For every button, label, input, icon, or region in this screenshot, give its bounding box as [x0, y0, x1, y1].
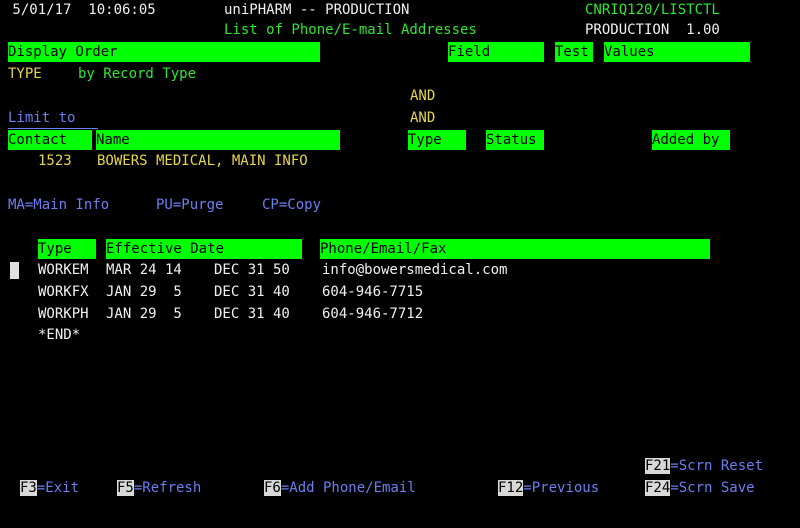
screen-title: List of Phone/E-mail Addresses [224, 22, 477, 38]
row-type: WORKEM [38, 262, 89, 278]
phone-email-fax-header: Phone/Email/Fax [320, 239, 710, 259]
row-effective-to: DEC 31 50 [214, 262, 290, 278]
list-type-header: Type [38, 239, 96, 259]
type-order-value[interactable]: by Record Type [78, 64, 196, 84]
f5-action-label: =Refresh [133, 480, 202, 496]
type-header: Type [408, 130, 466, 150]
and-operator-2: AND [410, 110, 436, 126]
screen-id: CNRIQ120/LISTCTL [585, 2, 720, 18]
and-operator-1: AND [410, 88, 436, 104]
row-effective-from: JAN 29 5 [106, 284, 182, 300]
display-order-header: Display Order [8, 42, 320, 62]
f12-action-label: =Previous [523, 480, 600, 496]
app-title: uniPHARM -- PRODUCTION [224, 2, 410, 18]
row-effective-to: DEC 31 40 [214, 306, 290, 322]
f3-exit-key[interactable]: F3=Exit [20, 478, 79, 498]
added-by-header: Added by [652, 130, 730, 150]
row-effective-from: MAR 24 14 [106, 262, 182, 278]
f6-action-label: =Add Phone/Email [280, 480, 416, 496]
type-label: TYPE [8, 66, 42, 82]
row-contact-value: info@bowersmedical.com [322, 262, 508, 278]
f3-key-label: F3 [20, 480, 37, 496]
f3-action-label: =Exit [36, 480, 80, 496]
end-of-list-marker: *END* [38, 327, 81, 343]
row-contact-value: 604-946-7715 [322, 284, 424, 300]
f21-key-label: F21 [645, 458, 671, 474]
field-header: Field [448, 42, 544, 62]
environment-label: PRODUCTION 1.00 [585, 22, 720, 38]
option-purge: PU=Purge [156, 197, 224, 213]
option-main-info: MA=Main Info [8, 197, 110, 213]
row-contact-value: 604-946-7712 [322, 306, 424, 322]
status-header: Status [486, 130, 544, 150]
row-type: WORKFX [38, 284, 89, 300]
effective-date-header: Effective Date [106, 239, 302, 259]
f12-previous-key[interactable]: F12=Previous [498, 478, 599, 498]
row-type: WORKPH [38, 306, 89, 322]
f24-scrn-save-key[interactable]: F24=Scrn Save [645, 478, 755, 498]
limit-to-label: Limit to [8, 108, 98, 129]
f12-key-label: F12 [498, 480, 524, 496]
contact-header: Contact [8, 130, 92, 150]
contact-number: 1523 [38, 153, 72, 169]
contact-name: BOWERS MEDICAL, MAIN INFO [97, 153, 308, 169]
f6-key-label: F6 [264, 480, 281, 496]
f21-scrn-reset-key[interactable]: F21=Scrn Reset [645, 456, 763, 476]
f5-key-label: F5 [117, 480, 134, 496]
row-effective-to: DEC 31 40 [214, 284, 290, 300]
datetime: 5/01/17 10:06:05 [4, 2, 156, 18]
option-input-cursor[interactable] [10, 262, 19, 279]
name-header: Name [96, 130, 340, 150]
f21-action-label: =Scrn Reset [670, 458, 764, 474]
test-header: Test [555, 42, 593, 62]
row-effective-from: JAN 29 5 [106, 306, 182, 322]
f24-action-label: =Scrn Save [670, 480, 755, 496]
f24-key-label: F24 [645, 480, 671, 496]
values-header: Values [604, 42, 750, 62]
option-copy: CP=Copy [262, 197, 322, 213]
f6-add-phone-email-key[interactable]: F6=Add Phone/Email [264, 478, 416, 498]
f5-refresh-key[interactable]: F5=Refresh [117, 478, 201, 498]
